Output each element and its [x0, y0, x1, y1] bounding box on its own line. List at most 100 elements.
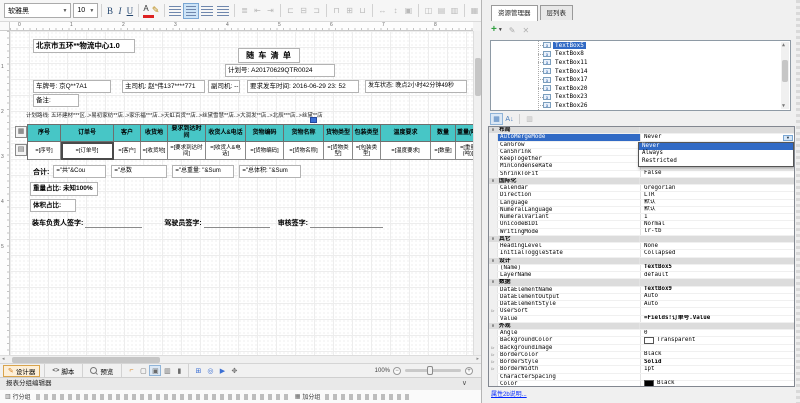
tree-scrollbar[interactable]: ▲ ▼ [781, 42, 789, 109]
property-row[interactable]: ColorBlack [489, 381, 794, 387]
property-value[interactable]: default [641, 272, 794, 279]
total-expression-textbox[interactable]: ="总重量: "&Sum [172, 165, 234, 178]
scroll-down-icon[interactable]: ▼ [782, 103, 785, 109]
property-value[interactable]: 默认 [641, 199, 794, 206]
property-value[interactable]: lr-tb [641, 228, 794, 235]
alphabetical-sort-icon[interactable]: A↓ [503, 113, 516, 125]
total-expression-textbox[interactable]: ="总体积: "&Sum [239, 165, 301, 178]
property-help-link[interactable]: 属性2b说明... [491, 389, 527, 398]
property-pages-icon[interactable]: ▥ [523, 113, 536, 125]
table-detail-cell[interactable]: =[收货人&电话] [206, 142, 246, 160]
table-header-cell[interactable]: 收货人&电话 [206, 125, 246, 142]
tree-item[interactable]: aTextBox5 [491, 41, 790, 50]
property-value[interactable]: TextBox5 [641, 264, 794, 271]
multi-page-view-icon[interactable]: ▥ [161, 365, 173, 376]
report-title-textbox[interactable]: 随 车 清 单 [238, 48, 300, 63]
bold-button[interactable]: B [105, 3, 115, 19]
collapse-chevron-icon[interactable]: ∨ [489, 178, 497, 184]
property-value[interactable]: LTR [641, 192, 794, 199]
tree-item[interactable]: aTextBox11 [491, 58, 790, 67]
property-value[interactable]: False [641, 170, 794, 177]
table-detail-row-handle[interactable]: ▤ [15, 144, 27, 156]
continuous-view-icon[interactable]: ▣ [149, 365, 161, 376]
scroll-up-icon[interactable]: ▲ [782, 42, 785, 48]
tab-preview[interactable]: 预览 [86, 365, 117, 377]
dropdown-option[interactable]: Always [639, 150, 793, 157]
property-value[interactable]: 默认 [641, 206, 794, 213]
table-detail-cell[interactable]: =[货物类型] [324, 142, 353, 160]
tree-item[interactable]: aTextBox23 [491, 93, 790, 102]
collapse-chevron-icon[interactable]: ∨ [489, 127, 497, 133]
font-name-combo[interactable]: 软雅黑 ▼ [4, 3, 71, 18]
property-value[interactable]: 1pt [641, 366, 794, 373]
property-value[interactable]: Transparent [641, 337, 794, 344]
property-value[interactable]: Auto [641, 301, 794, 308]
zoom-select-icon[interactable]: ◎ [204, 365, 216, 376]
zoom-slider-thumb[interactable] [427, 366, 433, 375]
property-value[interactable]: Black [641, 380, 794, 387]
report-page[interactable]: 北京市五环**物流中心1.0 随 车 清 单 计划号: A20170629QTR… [10, 31, 473, 355]
property-row[interactable]: ▷BorderWidth1pt [489, 366, 794, 373]
canvas-vertical-scrollbar[interactable] [473, 31, 481, 355]
dropdown-option[interactable]: Restricted [639, 158, 793, 165]
collapse-chevron-icon[interactable]: ∨ [489, 236, 497, 242]
property-row[interactable]: DataElementStyleAuto [489, 301, 794, 308]
table-detail-cell[interactable]: =[订单号] [61, 142, 114, 160]
property-value[interactable]: Auto [641, 293, 794, 300]
tree-item[interactable]: aTextBox17 [491, 75, 790, 84]
remark-textbox[interactable]: 备注: [33, 94, 79, 107]
table-header-cell[interactable]: 货物类型 [324, 125, 353, 142]
table-header-cell[interactable]: 包装类型 [353, 125, 381, 142]
property-value[interactable]: =Fields!订单号.Value [641, 315, 794, 322]
property-value[interactable]: Collapsed [641, 250, 794, 257]
table-detail-cell[interactable]: =[客户] [114, 142, 141, 160]
scroll-right-icon[interactable]: ▸ [476, 356, 479, 363]
table-header-cell[interactable]: 客户 [114, 125, 141, 142]
underline-button[interactable]: U [125, 3, 135, 19]
scroll-left-icon[interactable]: ◂ [2, 356, 5, 363]
property-row[interactable]: AutoMergeModeNever▼ [489, 134, 794, 141]
table-header-cell[interactable]: 序号 [28, 125, 61, 142]
table-detail-cell[interactable]: =[温度要求] [381, 142, 431, 160]
single-page-view-icon[interactable]: ▢ [137, 365, 149, 376]
table-detail-cell[interactable]: =[重量(吨)] [456, 142, 473, 160]
signature-label[interactable]: 审核签字: [278, 218, 308, 228]
property-expand-icon[interactable]: ▷ [489, 308, 498, 314]
vehicle-no-textbox[interactable]: 车牌号: 京Q**7A1 [33, 80, 111, 93]
edit-icon[interactable]: ✎ [509, 26, 516, 35]
table-header-cell[interactable]: 温度要求 [381, 125, 431, 142]
signature-label[interactable]: 装车负责人签字: [32, 218, 83, 228]
property-value[interactable]: Normal [641, 221, 794, 228]
table-detail-cell[interactable]: =[货物编码] [246, 142, 284, 160]
snap-lines-icon[interactable]: ⊞ [192, 365, 204, 376]
collapse-chevron-icon[interactable]: ∨ [489, 279, 497, 285]
table-header-row-handle[interactable]: ▦ [15, 126, 27, 138]
property-value[interactable]: Gregorian [641, 185, 794, 192]
chevron-down-icon[interactable]: ▼ [498, 27, 503, 33]
zoom-out-icon[interactable]: − [393, 367, 401, 375]
scrollbar-thumb[interactable] [782, 60, 788, 82]
dropdown-button-icon[interactable]: ▼ [783, 135, 793, 141]
add-group-label[interactable]: 加分组 [302, 392, 320, 401]
pointer-tool-icon[interactable]: ▶ [216, 365, 228, 376]
driver-textbox[interactable]: 主司机: 赵*伟137****771 [122, 80, 205, 93]
property-value[interactable]: 1 [641, 214, 794, 221]
row-group-dropzone[interactable] [36, 394, 288, 400]
canvas-horizontal-scrollbar[interactable]: ◂ ▸ [0, 355, 481, 363]
route-textbox[interactable]: 计划路线: 五环建材***区..>易初家纺**店..>家乐福***店..>天虹百… [26, 111, 398, 121]
property-row[interactable]: BackgroundColorTransparent [489, 337, 794, 344]
signature-label[interactable]: 驾驶员签字: [164, 218, 201, 228]
collapse-chevron-icon[interactable]: ∨ [462, 378, 467, 390]
property-row[interactable]: LayerNamedefault [489, 272, 794, 279]
company-title-textbox[interactable]: 北京市五环**物流中心1.0 [33, 39, 135, 53]
tab-resource-explorer[interactable]: 资源管理器 [491, 5, 538, 21]
property-expand-icon[interactable]: ▷ [489, 359, 498, 365]
font-color-icon[interactable]: A [142, 4, 151, 18]
table-header-cell[interactable]: 货物名称 [284, 125, 324, 142]
table-detail-cell[interactable]: =[收货地] [141, 142, 168, 160]
tab-layer-list[interactable]: 层列表 [540, 5, 574, 20]
zoom-in-icon[interactable]: + [465, 367, 473, 375]
table-header-cell[interactable]: 要求到达时间 [168, 125, 206, 142]
property-value[interactable]: 0 [641, 330, 794, 337]
add-icon[interactable]: + [491, 25, 497, 35]
